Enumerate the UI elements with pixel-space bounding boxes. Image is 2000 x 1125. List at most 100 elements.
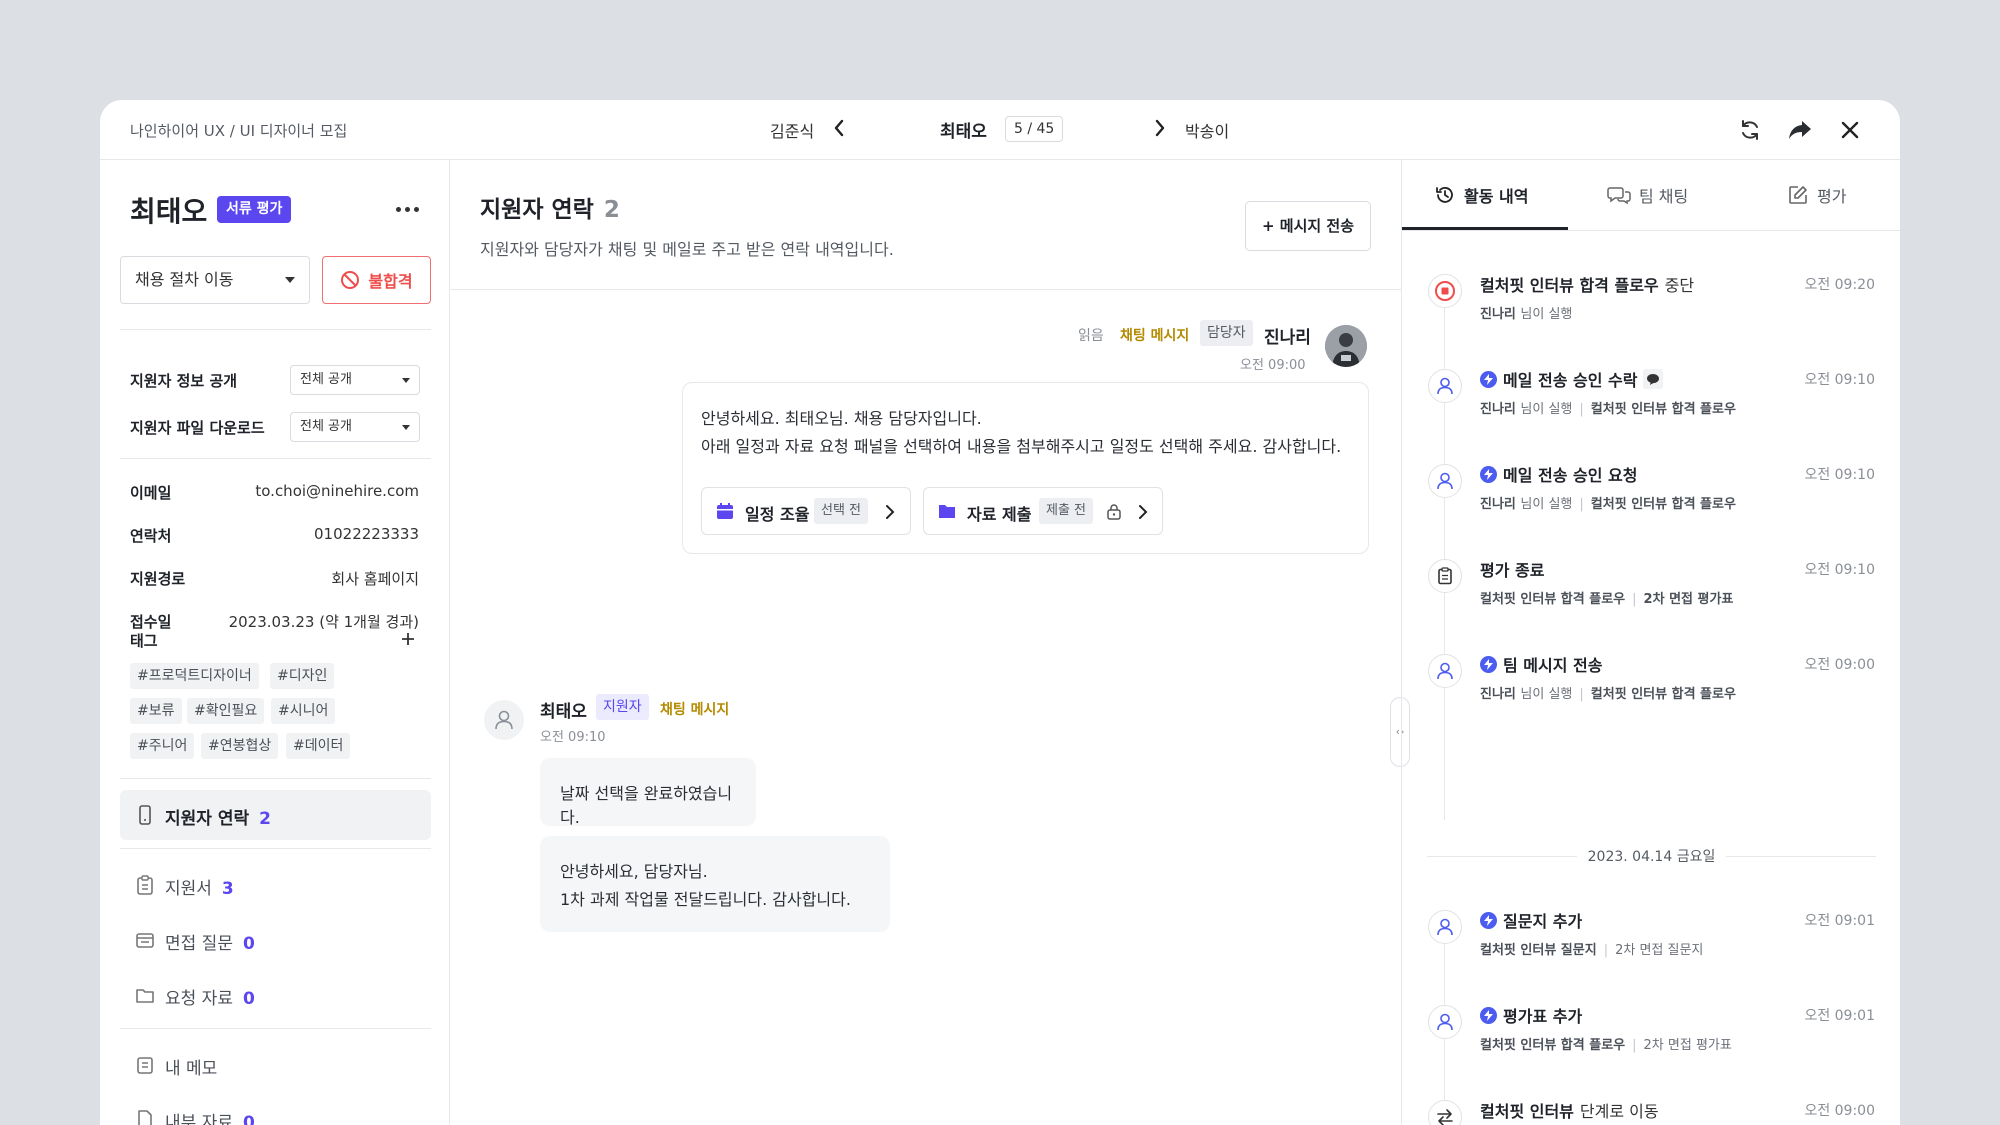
tag[interactable]: #확인필요 <box>187 698 265 724</box>
prev-candidate-name[interactable]: 김준식 <box>770 118 814 142</box>
card-icon <box>136 933 154 948</box>
tag[interactable]: #프로덕트디자이너 <box>130 663 259 689</box>
more-options-icon[interactable] <box>392 198 422 220</box>
folder-icon <box>939 505 955 518</box>
schedule-panel-label: 일정 조율 <box>745 505 810 524</box>
tab-team-chat[interactable]: 팀 채팅 <box>1607 160 1688 230</box>
tag[interactable]: #연봉협상 <box>201 733 279 759</box>
tag[interactable]: #시니어 <box>271 698 336 724</box>
reject-button-label: 불합격 <box>368 272 413 291</box>
message-type: 채팅 메시지 <box>660 702 730 718</box>
info-visibility-select[interactable]: 전체 공개 <box>290 365 420 395</box>
activity-actor-suffix: 님이 실행 <box>1520 307 1573 322</box>
chevron-right-icon <box>886 505 895 519</box>
menu-item-contact[interactable]: 지원자 연락 2 <box>120 790 431 840</box>
document-icon <box>138 1110 152 1125</box>
tab-activity[interactable]: 활동 내역 <box>1434 160 1528 230</box>
file-submit-panel-label: 자료 제출 <box>967 505 1032 524</box>
activity-actor-suffix: 님이 실행 <box>1520 687 1573 702</box>
chevron-left-icon[interactable] <box>828 116 850 140</box>
message-line: 안녕하세요. 최태오님. 채용 담당자입니다. <box>701 409 982 428</box>
message-text: 날짜 선택을 완료하였습니다. <box>560 784 733 827</box>
tag[interactable]: #데이터 <box>286 733 351 759</box>
activity-time: 오전 09:00 <box>1804 657 1875 673</box>
applied-date-key: 접수일 <box>130 613 172 631</box>
breadcrumb[interactable]: 나인하이어 UX / UI 디자이너 모집 <box>130 120 347 141</box>
tab-label: 팀 채팅 <box>1639 187 1689 206</box>
activity-title: 메일 전송 승인 요청 <box>1480 462 1637 486</box>
automation-bolt-icon <box>1480 370 1497 388</box>
message-text: 안녕하세요, 담당자님. <box>560 862 708 881</box>
menu-item-label: 내 메모 <box>165 1059 218 1079</box>
stop-icon <box>1428 274 1462 308</box>
menu-item-label: 면접 질문 <box>165 934 233 954</box>
caret-down-icon <box>402 378 410 383</box>
file-download-value: 전체 공개 <box>300 419 352 434</box>
user-icon <box>1428 464 1462 498</box>
activity-title: 평가표 추가 <box>1480 1003 1582 1027</box>
phone-icon <box>139 805 151 825</box>
role-badge: 담당자 <box>1200 320 1253 346</box>
candidate-profile-panel: 최태오 서류 평가 채용 절차 이동 불합격 지원자 정보 공개 전체 공개 지… <box>100 160 450 1125</box>
add-tag-icon[interactable] <box>397 628 419 650</box>
automation-bolt-icon <box>1480 655 1497 673</box>
activity-time: 오전 09:00 <box>1804 1103 1875 1119</box>
share-icon[interactable] <box>1786 116 1814 144</box>
close-icon[interactable] <box>1836 116 1864 144</box>
section-count: 2 <box>603 197 620 223</box>
tag[interactable]: #주니어 <box>130 733 195 759</box>
tag[interactable]: #보류 <box>130 698 182 724</box>
activity-extra: 컬처핏 인터뷰 합격 플로우 <box>1590 687 1736 702</box>
schedule-panel-button[interactable]: 일정 조율 선택 전 <box>701 487 911 535</box>
file-submit-panel-status: 제출 전 <box>1039 498 1094 524</box>
tag[interactable]: #디자인 <box>270 663 335 689</box>
menu-item-my-memo[interactable]: 내 메모 <box>120 1040 431 1090</box>
source-value: 회사 홈페이지 <box>331 570 419 588</box>
file-download-select[interactable]: 전체 공개 <box>290 412 420 442</box>
chevron-right-icon[interactable] <box>1149 116 1171 140</box>
automation-bolt-icon <box>1480 911 1497 929</box>
divider <box>120 778 431 779</box>
schedule-panel-status: 선택 전 <box>814 498 869 524</box>
send-message-button[interactable]: + 메시지 전송 <box>1245 201 1371 251</box>
activity-subtitle: 진나리 님이 실행 | 컬처핏 인터뷰 합격 플로우 <box>1480 687 1736 702</box>
source-key: 지원경로 <box>130 570 186 588</box>
prohibited-icon <box>341 271 360 289</box>
activity-extra: 2차 면접 질문지 <box>1615 943 1704 958</box>
message-text: 1차 과제 작업물 전달드립니다. 감사합니다. <box>560 890 851 909</box>
contact-history-panel: 지원자 연락 2 지원자와 담당자가 채팅 및 메일로 주고 받은 연락 내역입니… <box>450 160 1401 1125</box>
activity-title: 컬처핏 인터뷰 합격 플로우 중단 <box>1480 272 1694 296</box>
next-candidate-name[interactable]: 박송이 <box>1185 118 1229 142</box>
menu-item-application[interactable]: 지원서 3 <box>120 860 431 910</box>
menu-item-label: 내부 자료 <box>165 1113 233 1125</box>
lock-icon <box>1107 504 1121 520</box>
activity-subtitle: 진나리 님이 실행 | 컬처핏 인터뷰 합격 플로우 <box>1480 497 1736 512</box>
stage-move-select[interactable]: 채용 절차 이동 <box>120 256 310 304</box>
tab-evaluation[interactable]: 평가 <box>1787 160 1846 230</box>
user-icon <box>1428 654 1462 688</box>
chat-bubbles-icon <box>1607 187 1631 205</box>
activity-subtitle: 컬처핏 인터뷰 질문지 | 2차 면접 질문지 <box>1480 943 1704 958</box>
tags-label: 태그 <box>130 632 158 650</box>
email-value[interactable]: to.choi@ninehire.com <box>255 482 419 500</box>
automation-bolt-icon <box>1480 465 1497 483</box>
menu-item-requested-files[interactable]: 요청 자료 0 <box>120 970 431 1020</box>
activity-time: 오전 09:10 <box>1804 467 1875 483</box>
menu-item-interview-questions[interactable]: 면접 질문 0 <box>120 915 431 965</box>
file-submit-panel-button[interactable]: 자료 제출 제출 전 <box>923 487 1163 535</box>
caret-down-icon <box>402 425 410 430</box>
clipboard-icon <box>137 875 153 895</box>
activity-extra: 2차 면접 평가표 <box>1643 1038 1732 1053</box>
divider <box>1402 230 1900 231</box>
activity-panel: 활동 내역 팀 채팅 평가 컬처핏 인터뷰 합격 플로우 중단 진나리 님이 실행… <box>1401 160 1900 1125</box>
read-status: 읽음 <box>1078 328 1104 344</box>
message-time: 오전 09:10 <box>540 730 606 745</box>
activity-extra: 컬처핏 인터뷰 합격 플로우 <box>1590 497 1736 512</box>
menu-item-internal-files[interactable]: 내부 자료 0 <box>120 1094 431 1125</box>
date-divider-label: 2023. 04.14 금요일 <box>1587 849 1716 865</box>
history-icon <box>1436 187 1453 203</box>
reject-button[interactable]: 불합격 <box>322 256 431 304</box>
refresh-icon[interactable] <box>1736 116 1764 144</box>
activity-time: 오전 09:10 <box>1804 372 1875 388</box>
memo-icon <box>137 1057 153 1074</box>
